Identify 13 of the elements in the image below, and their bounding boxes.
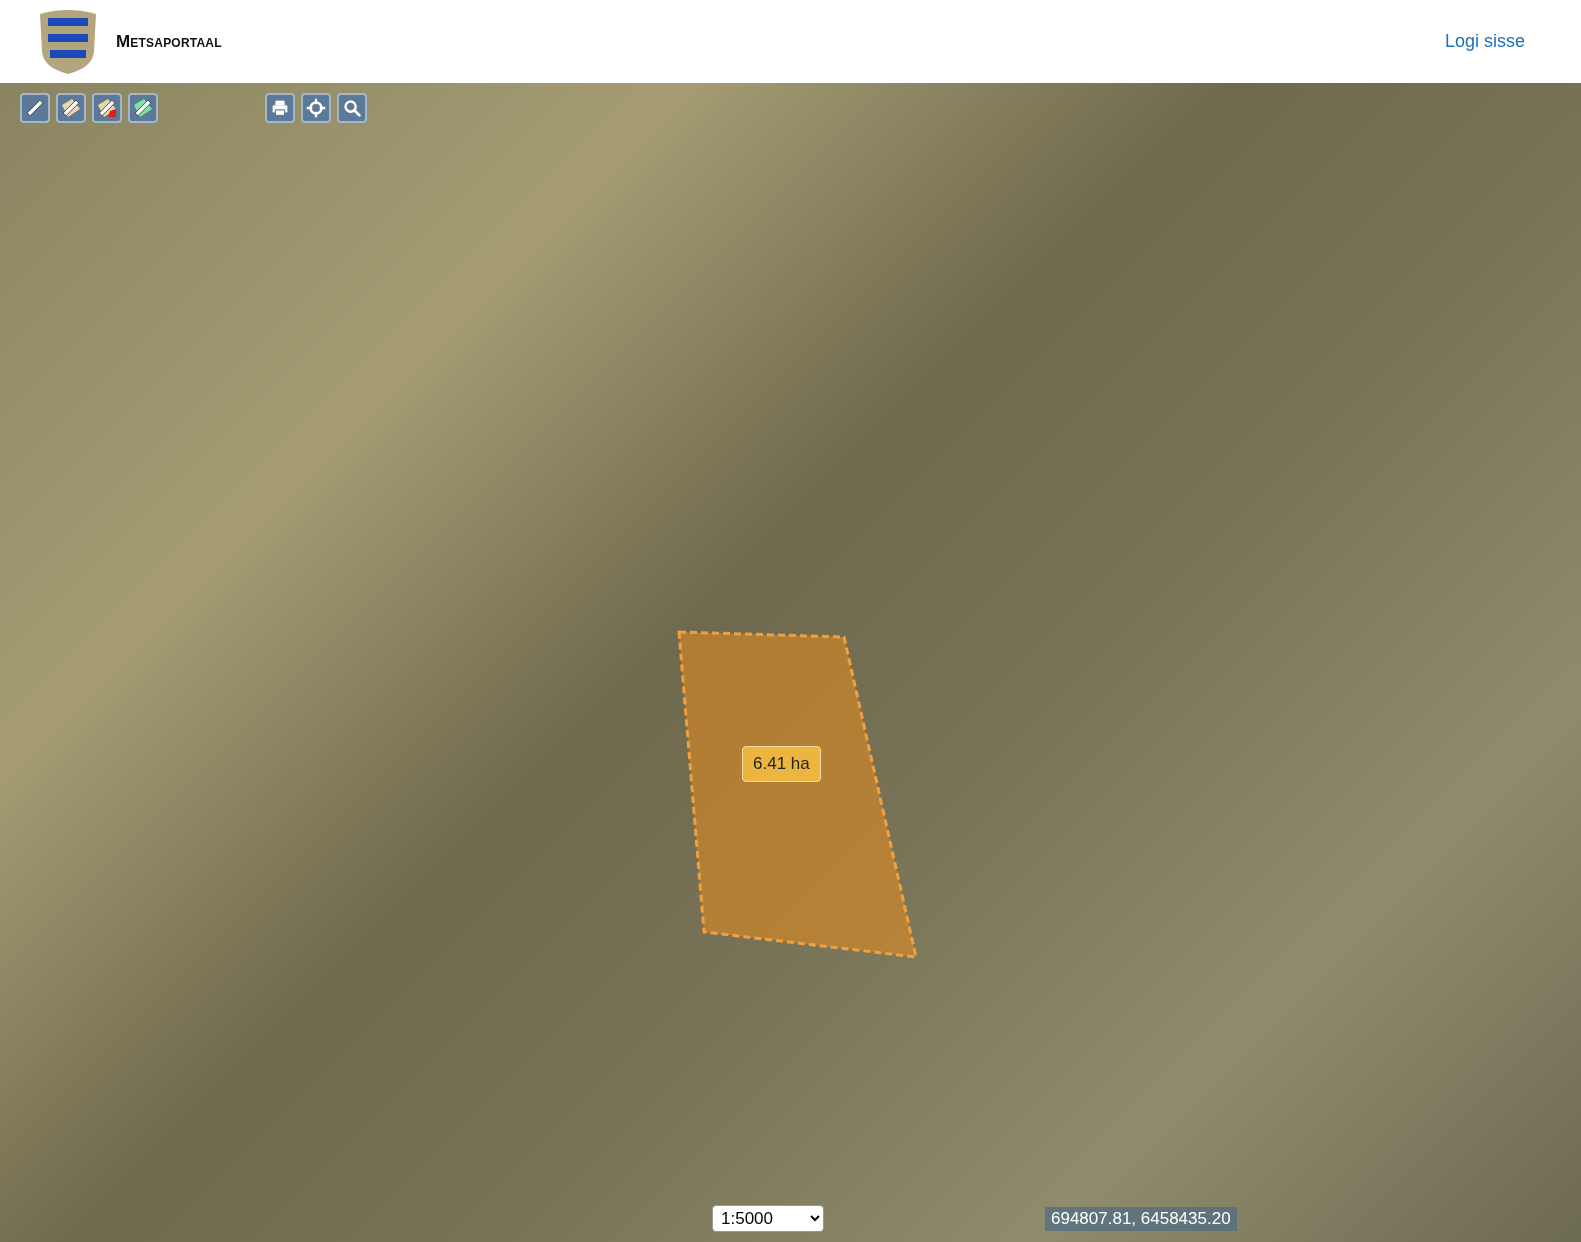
login-link[interactable]: Logi sisse: [1444, 31, 1525, 52]
measure-tool-button[interactable]: [20, 93, 50, 123]
cursor-coordinates: 694807.81, 6458435.20: [1045, 1207, 1237, 1231]
measure-tool-button[interactable]: [56, 93, 86, 123]
measure-tool-button[interactable]: [92, 93, 122, 123]
scale-select[interactable]: 1:5000: [712, 1205, 824, 1232]
site-title: Metsaportaal: [116, 31, 222, 52]
map-action-button[interactable]: [337, 93, 367, 123]
map-action-button[interactable]: [301, 93, 331, 123]
map-action-button[interactable]: [265, 93, 295, 123]
crosshair-icon: [304, 96, 328, 120]
measure-tool-button[interactable]: [128, 93, 158, 123]
area-measurement-label: 6.41 ha: [742, 746, 821, 782]
